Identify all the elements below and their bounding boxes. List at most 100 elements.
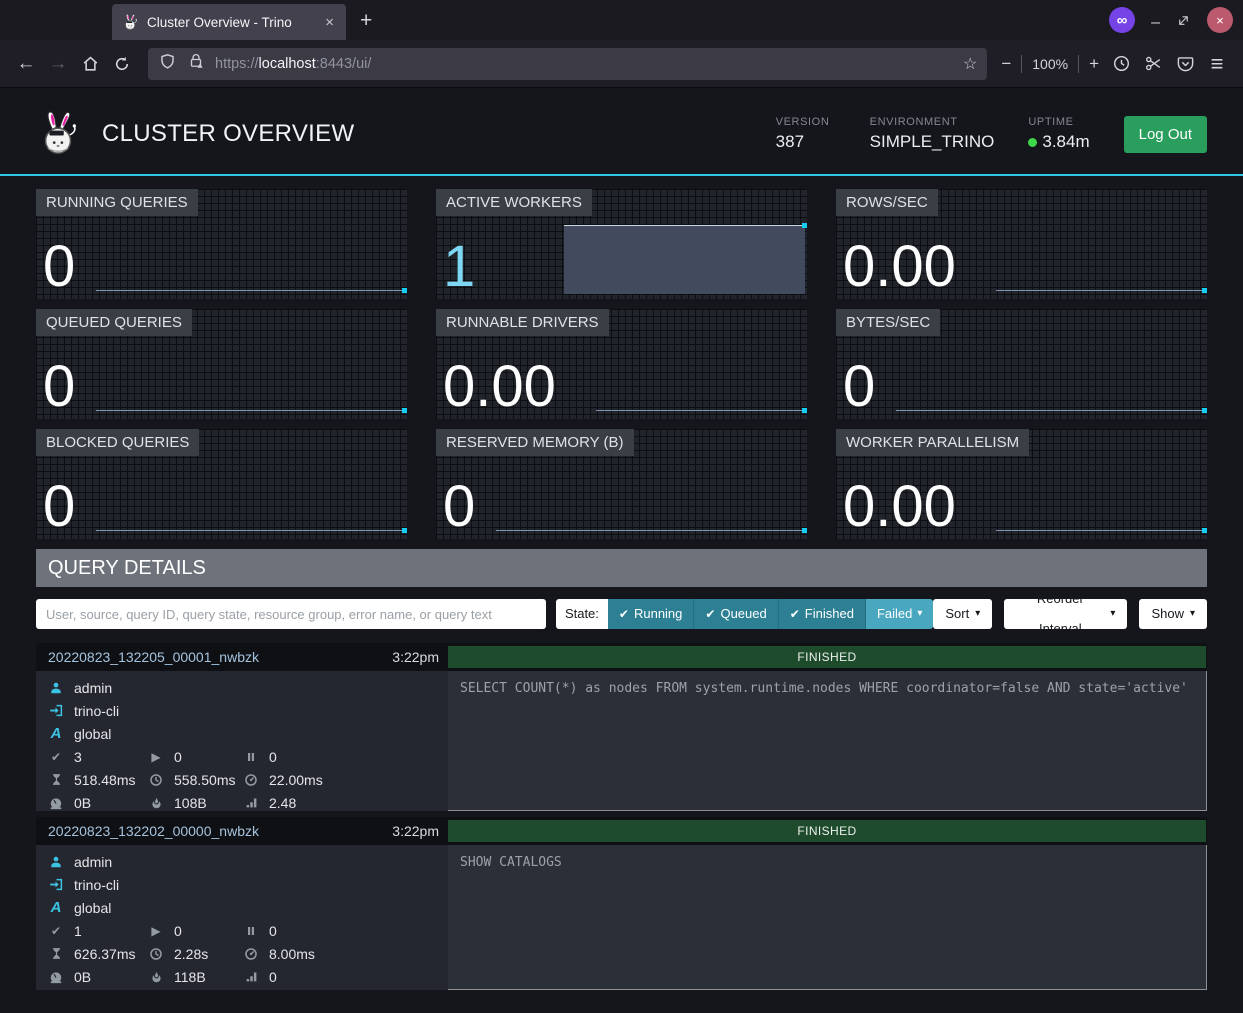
stat-value: 0: [43, 238, 75, 296]
history-icon[interactable]: [1105, 48, 1137, 80]
window-maximize-button[interactable]: [1176, 13, 1191, 28]
new-tab-button[interactable]: +: [360, 9, 372, 33]
browser-tab-bar: Cluster Overview - Trino × + ∞ – ×: [0, 0, 1243, 40]
browser-tab[interactable]: Cluster Overview - Trino ×: [112, 4, 346, 40]
query-user: admin: [74, 680, 112, 696]
query-row: admin trino-cli Aglobal ✔3 ▶0 0 518.48ms…: [36, 671, 1207, 811]
cpu-time: 2.28s: [174, 946, 208, 962]
queued-splits-icon: [243, 925, 259, 937]
browser-nav-bar: ← → https://localhost:8443/ui/ ☆ − 100% …: [0, 40, 1243, 88]
execution-time: 8.00ms: [269, 946, 315, 962]
logout-button[interactable]: Log Out: [1124, 116, 1207, 153]
stat-label: BLOCKED QUERIES: [36, 429, 199, 456]
queued-splits: 0: [269, 749, 277, 765]
window-close-button[interactable]: ×: [1207, 7, 1233, 33]
stat-panel-reserved-memory: RESERVED MEMORY (B) 0: [436, 429, 807, 539]
tab-close-icon[interactable]: ×: [323, 14, 336, 31]
lock-warning-icon[interactable]: [187, 52, 205, 75]
stat-label: WORKER PARALLELISM: [836, 429, 1029, 456]
stat-panel-running-queries: RUNNING QUERIES 0: [36, 189, 407, 299]
execution-time: 22.00ms: [269, 772, 323, 788]
divider: [1021, 55, 1022, 73]
sparkline-dot: [402, 528, 407, 533]
query-row: admin trino-cli Aglobal ✔1 ▶0 0 626.37ms…: [36, 845, 1207, 990]
completed-splits: 1: [74, 923, 82, 939]
back-button[interactable]: ←: [10, 48, 42, 80]
show-dropdown[interactable]: Show▾: [1139, 599, 1207, 629]
filter-running-button[interactable]: ✔Running: [608, 599, 695, 629]
cumulative-memory: 108B: [174, 795, 207, 811]
user-icon: [48, 855, 64, 869]
uptime-status-dot: [1028, 138, 1037, 147]
zoom-in-button[interactable]: +: [1089, 54, 1099, 74]
sparkline: [496, 530, 804, 531]
home-button[interactable]: [74, 48, 106, 80]
sparkline-dot: [1202, 288, 1207, 293]
state-label: State:: [556, 599, 608, 629]
stat-panel-bytes-sec: BYTES/SEC 0: [836, 309, 1207, 419]
search-input[interactable]: [36, 599, 546, 629]
stat-value: 1: [443, 238, 475, 296]
zoom-level[interactable]: 100%: [1032, 56, 1068, 72]
cluster-stats-grid: RUNNING QUERIES 0 ACTIVE WORKERS 1 ROWS/…: [36, 189, 1207, 539]
stat-label: RUNNABLE DRIVERS: [436, 309, 609, 336]
screenshot-extension-icon[interactable]: [1137, 48, 1169, 80]
trino-favicon: [122, 13, 139, 32]
pocket-icon[interactable]: [1169, 48, 1201, 80]
query-stats: admin trino-cli Aglobal ✔1 ▶0 0 626.37ms…: [36, 845, 448, 990]
execution-time-icon: [243, 947, 259, 961]
query-row-header: 20220823_132205_00001_nwbzk 3:22pm FINIS…: [36, 643, 1207, 671]
reorder-interval-dropdown[interactable]: Reorder Interval▾: [1004, 599, 1127, 629]
query-id-link[interactable]: 20220823_132202_00000_nwbzk: [48, 823, 259, 839]
environment-label: ENVIRONMENT: [870, 116, 995, 128]
check-icon: ✔: [705, 599, 715, 629]
sparkline-area: [564, 225, 805, 294]
cumulative-memory-icon: [148, 970, 164, 983]
query-row-header: 20220823_132202_00000_nwbzk 3:22pm FINIS…: [36, 817, 1207, 845]
bookmark-star-icon[interactable]: ☆: [963, 54, 977, 74]
cpu-time-icon: [148, 947, 164, 961]
url-bar[interactable]: https://localhost:8443/ui/ ☆: [148, 48, 987, 80]
uptime-value: 3.84m: [1042, 132, 1089, 152]
stat-panel-rows-sec: ROWS/SEC 0.00: [836, 189, 1207, 299]
divider: [1078, 55, 1079, 73]
query-resource-group: global: [74, 726, 111, 742]
version-label: VERSION: [776, 116, 836, 128]
source-icon: [48, 703, 64, 718]
sparkline: [96, 530, 404, 531]
caret-down-icon: ▾: [1110, 599, 1115, 629]
stat-panel-queued-queries: QUEUED QUERIES 0: [36, 309, 407, 419]
stat-value: 0.00: [443, 358, 556, 416]
completed-splits-icon: ✔: [48, 924, 64, 938]
reload-button[interactable]: [106, 48, 138, 80]
caret-down-icon: ▾: [975, 599, 980, 629]
query-id-link[interactable]: 20220823_132205_00001_nwbzk: [48, 649, 259, 665]
check-icon: ✔: [790, 599, 800, 629]
sort-dropdown[interactable]: Sort▾: [933, 599, 992, 629]
filter-finished-button[interactable]: ✔Finished: [779, 599, 866, 629]
source-icon: [48, 877, 64, 892]
tracking-shield-icon[interactable]: [158, 52, 177, 76]
zoom-out-button[interactable]: −: [1001, 54, 1011, 74]
stat-panel-active-workers: ACTIVE WORKERS 1: [436, 189, 807, 299]
menu-button[interactable]: ≡: [1201, 48, 1233, 80]
browser-window: Cluster Overview - Trino × + ∞ – × ← → h…: [0, 0, 1243, 88]
current-memory: 0B: [74, 795, 91, 811]
cumulative-memory-icon: [148, 796, 164, 809]
stat-value: 0.00: [843, 238, 956, 296]
url-text: https://localhost:8443/ui/: [215, 56, 371, 72]
wall-time: 626.37ms: [74, 946, 135, 962]
sparkline: [96, 410, 404, 411]
stat-value: 0.00: [843, 478, 956, 536]
page-header: CLUSTER OVERVIEW VERSION 387 ENVIRONMENT…: [0, 88, 1243, 176]
version-block: VERSION 387: [776, 116, 836, 152]
query-time: 3:22pm: [392, 649, 439, 665]
queued-splits-icon: [243, 751, 259, 763]
filter-failed-dropdown[interactable]: Failed▾: [866, 599, 933, 629]
running-splits: 0: [174, 923, 182, 939]
window-minimize-button[interactable]: –: [1151, 18, 1160, 28]
filter-queued-button[interactable]: ✔Queued: [694, 599, 778, 629]
uptime-label: UPTIME: [1028, 116, 1089, 128]
caret-down-icon: ▾: [917, 599, 922, 629]
resource-group-icon: A: [48, 899, 64, 916]
